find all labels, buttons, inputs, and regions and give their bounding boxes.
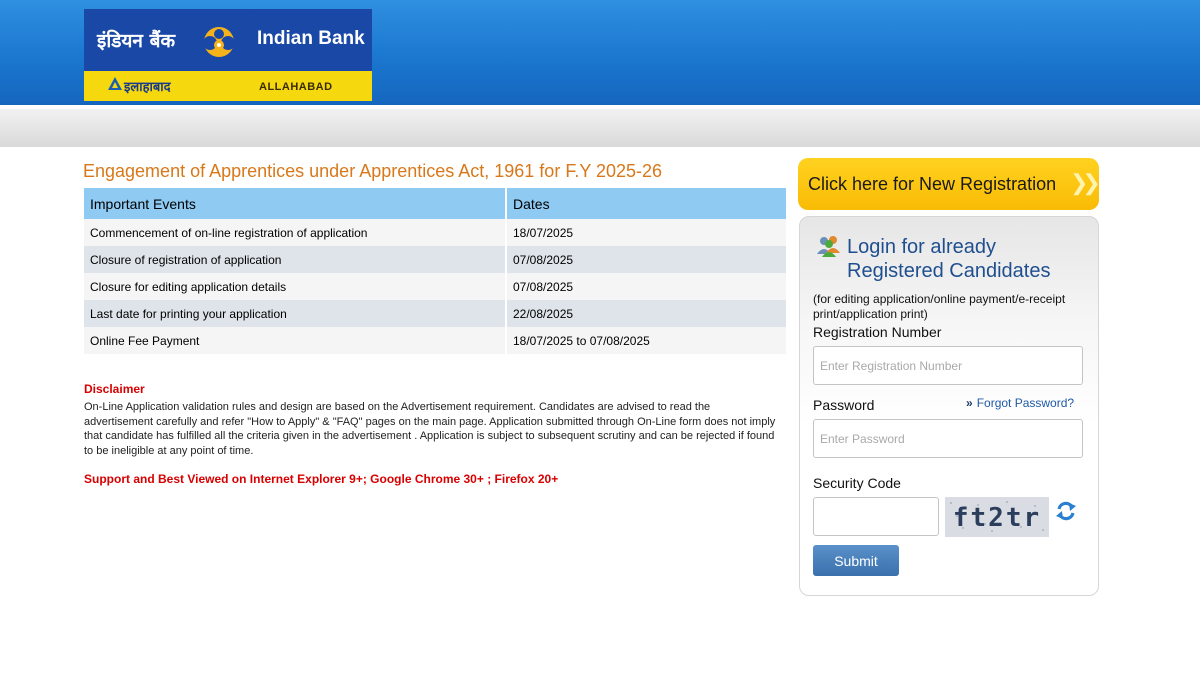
event-cell: Online Fee Payment — [84, 327, 507, 354]
table-row: Online Fee Payment 18/07/2025 to 07/08/2… — [84, 327, 788, 354]
logo-sub-hindi-text: इलाहाबाद — [124, 80, 171, 95]
security-code-input[interactable] — [813, 497, 939, 536]
logo-sub-english-text: ALLAHABAD — [259, 81, 333, 93]
table-row: Last date for printing your application … — [84, 300, 788, 327]
nav-band — [0, 109, 1200, 147]
logo-english-text: Indian Bank — [257, 28, 365, 49]
indian-bank-emblem-icon — [203, 27, 235, 57]
table-row: Closure for editing application details … — [84, 273, 788, 300]
logo-hindi-text: इंडियन बैंक — [97, 30, 176, 52]
important-events-table: Important Events Dates Commencement of o… — [84, 188, 788, 354]
page-title: Engagement of Apprentices under Apprenti… — [83, 161, 663, 181]
login-note: (for editing application/online payment/… — [813, 292, 1066, 321]
captcha-image: ft2tr — [945, 497, 1049, 537]
date-cell: 07/08/2025 — [506, 246, 788, 273]
column-header-events: Important Events — [84, 188, 507, 219]
users-icon — [817, 236, 840, 257]
submit-button[interactable]: Submit — [813, 545, 899, 576]
double-chevron-icon: » — [966, 396, 973, 410]
double-chevron-right-icon: ❯❯ — [1070, 170, 1101, 195]
security-code-label: Security Code — [813, 475, 901, 491]
column-header-dates: Dates — [506, 188, 788, 219]
table-header-row: Important Events Dates — [84, 188, 788, 219]
password-label: Password — [813, 397, 875, 413]
login-title: Login for already Registered Candidates — [847, 236, 1051, 282]
allahabad-triangle-icon — [108, 77, 122, 90]
browser-support-note: Support and Best Viewed on Internet Expl… — [84, 472, 559, 486]
event-cell: Last date for printing your application — [84, 300, 507, 327]
site-header: इंडियन बैंक Indian Bank इलाहाबाद ALLAHAB… — [0, 0, 1200, 105]
forgot-password-link[interactable]: » Forgot Password? — [966, 396, 1074, 410]
refresh-icon[interactable] — [1055, 500, 1077, 522]
event-cell: Closure for editing application details — [84, 273, 507, 300]
new-registration-label: Click here for New Registration — [808, 174, 1057, 194]
table-row: Closure of registration of application 0… — [84, 246, 788, 273]
indian-bank-logo[interactable]: इंडियन बैंक Indian Bank इलाहाबाद ALLAHAB… — [84, 9, 372, 101]
table-row: Commencement of on-line registration of … — [84, 219, 788, 246]
date-cell: 07/08/2025 — [506, 273, 788, 300]
event-cell: Commencement of on-line registration of … — [84, 219, 507, 246]
new-registration-button[interactable]: Click here for New Registration ❯❯ — [798, 158, 1101, 210]
forgot-password-label: Forgot Password? — [976, 396, 1075, 410]
disclaimer-title: Disclaimer — [84, 382, 145, 396]
password-input[interactable] — [813, 419, 1083, 458]
date-cell: 18/07/2025 — [506, 219, 788, 246]
registration-number-input[interactable] — [813, 346, 1083, 385]
disclaimer-text: On-Line Application validation rules and… — [84, 401, 776, 457]
date-cell: 22/08/2025 — [506, 300, 788, 327]
date-cell: 18/07/2025 to 07/08/2025 — [506, 327, 788, 354]
registration-number-label: Registration Number — [813, 324, 942, 340]
event-cell: Closure of registration of application — [84, 246, 507, 273]
captcha-text: ft2tr — [953, 503, 1041, 533]
